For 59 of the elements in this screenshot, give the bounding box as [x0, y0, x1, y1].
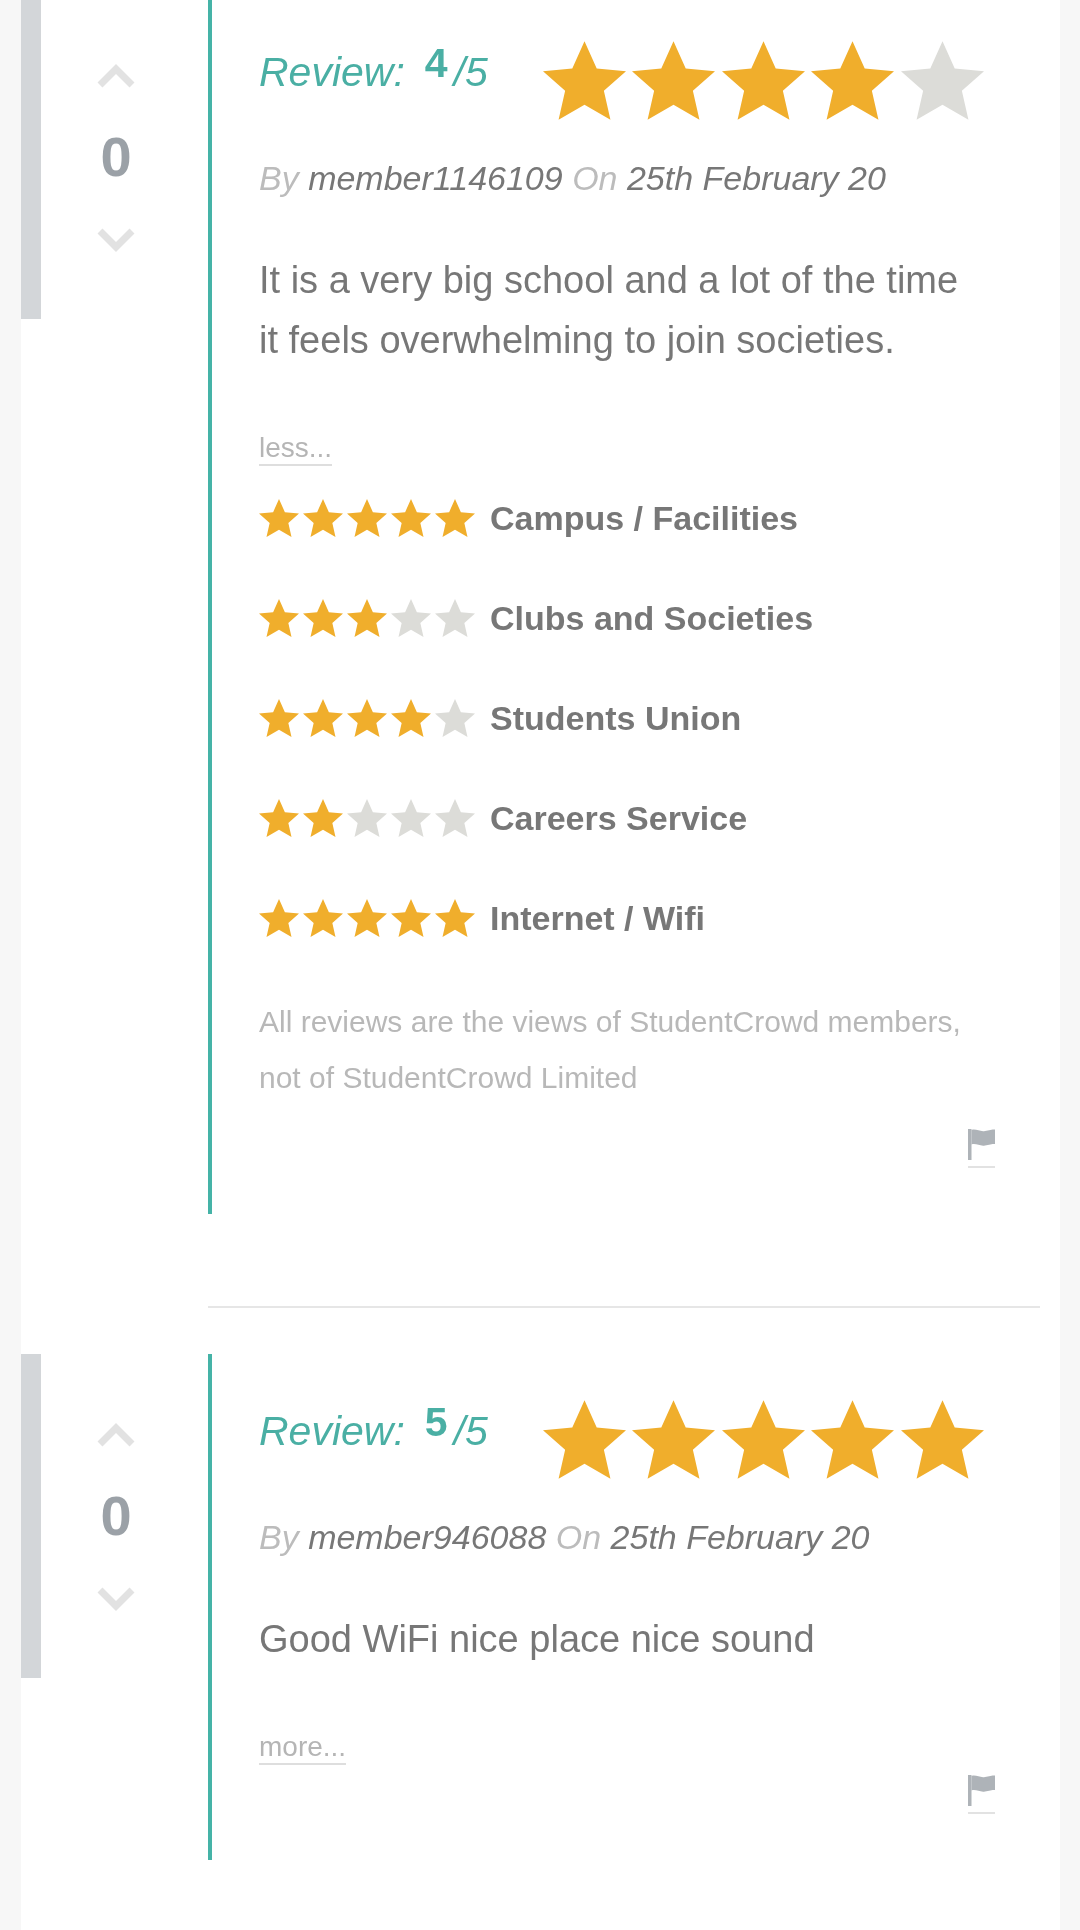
star-icon [632, 1399, 716, 1479]
star-icon [259, 799, 299, 837]
star-icon [347, 599, 387, 637]
review-byline: By member946088 On 25th February 20 [259, 1517, 870, 1557]
flag-icon [968, 1775, 995, 1806]
chevron-up-icon[interactable] [95, 62, 137, 90]
star-icon [347, 899, 387, 937]
star-icon [303, 899, 343, 937]
vote-count: 0 [100, 1486, 132, 1546]
review-label: Review: [259, 48, 405, 96]
star-icon [391, 499, 431, 537]
star-icon [347, 499, 387, 537]
toggle-link[interactable]: more... [259, 1731, 347, 1765]
report-button[interactable] [968, 1775, 995, 1814]
review-text: It is a very big school and a lot of the time it feels overwhelming to join societies. [259, 258, 960, 363]
star-icon [391, 899, 431, 937]
star-icon [900, 1399, 984, 1479]
star-icon [303, 499, 343, 537]
report-button[interactable] [968, 1129, 995, 1168]
star-icon [435, 899, 475, 937]
star-icon [721, 1399, 805, 1479]
star-icon [435, 499, 475, 537]
star-icon [811, 1399, 895, 1479]
disclaimer-text: All reviews are the views of StudentCrowd members, not of StudentCrowd Limited [259, 1004, 962, 1096]
category-label: Internet / Wifi [490, 898, 706, 938]
chevron-down-icon[interactable] [95, 1585, 137, 1613]
category-label: Careers Service [490, 798, 748, 838]
star-icon [391, 599, 431, 637]
star-icon [542, 40, 626, 120]
toggle-link[interactable]: less... [259, 432, 333, 466]
star-icon [303, 799, 343, 837]
star-icon [259, 499, 299, 537]
star-icon [259, 899, 299, 937]
star-icon [303, 599, 343, 637]
category-label: Clubs and Societies [490, 598, 814, 638]
star-icon [435, 799, 475, 837]
category-label: Students Union [490, 698, 742, 738]
star-icon [632, 40, 716, 120]
category-label: Campus / Facilities [490, 498, 798, 538]
review-byline: By member1146109 On 25th February 20 [259, 158, 886, 198]
star-icon [721, 40, 805, 120]
star-icon [811, 40, 895, 120]
star-icon [435, 699, 475, 737]
star-icon [259, 699, 299, 737]
star-icon [391, 699, 431, 737]
star-icon [347, 799, 387, 837]
star-icon [347, 699, 387, 737]
review-text: Good WiFi nice place nice sound [259, 1617, 815, 1662]
chevron-up-icon[interactable] [95, 1421, 137, 1449]
flag-icon [968, 1129, 995, 1160]
vote-count: 0 [100, 127, 132, 187]
star-icon [542, 1399, 626, 1479]
star-icon [391, 799, 431, 837]
star-icon [259, 599, 299, 637]
review-label: Review: [259, 1407, 405, 1455]
star-icon [303, 699, 343, 737]
chevron-down-icon[interactable] [95, 226, 137, 254]
star-icon [900, 40, 984, 120]
star-icon [435, 599, 475, 637]
